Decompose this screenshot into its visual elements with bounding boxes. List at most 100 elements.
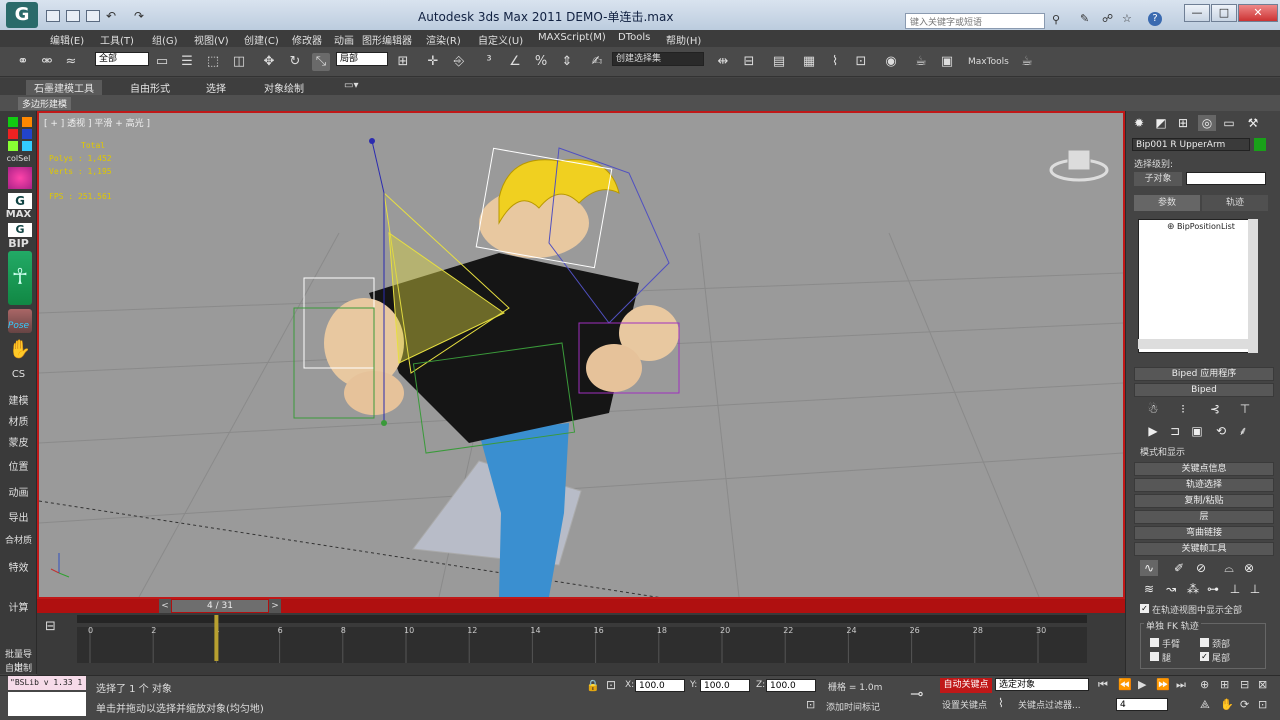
add-time-tag[interactable]: 添加时间标记 [826,700,880,713]
arm-checkbox[interactable] [1150,638,1159,647]
key-erase-icon[interactable]: ✐ [1170,560,1188,576]
zoom-icon[interactable]: ⊕ [1200,678,1209,691]
set-key-button[interactable]: 设置关键点 [942,698,987,711]
menu-item-1[interactable]: 工具(T) [100,32,134,47]
key-curve-icon[interactable]: ∿ [1140,560,1158,576]
align-icon[interactable]: ⊟ [740,53,758,71]
next-frame-arrow-icon[interactable]: > [269,599,281,613]
motion-flow-icon[interactable]: ⊰ [1206,401,1224,417]
close-button[interactable]: ✕ [1238,4,1278,22]
curve-editor-icon[interactable]: ⌇ [826,53,844,71]
color-swatch-orange[interactable] [22,117,32,127]
material-editor-icon[interactable]: ◉ [882,53,900,71]
maximize-button[interactable]: □ [1211,4,1237,22]
track-menu-icon[interactable]: ⊟ [45,619,56,634]
object-color-swatch[interactable] [1254,138,1266,151]
maxscript-listener[interactable]: "BSLib v 1.33 1 [8,676,86,690]
object-name-field[interactable]: Bip001 R UpperArm [1132,138,1250,151]
goto-start-icon[interactable]: ⏮ [1098,678,1108,692]
save-bip-icon[interactable]: ▣ [1188,423,1206,439]
prev-frame-arrow-icon[interactable]: < [159,599,171,613]
perspective-viewport[interactable]: [ + ] 透视 ] 平滑 + 高光 ] Total Polys : 1,452… [37,111,1125,599]
reference-coord-select[interactable]: 局部 [336,52,388,66]
zoom-extents-icon[interactable]: ⊟ [1240,678,1249,691]
neck-checkbox[interactable] [1200,638,1209,647]
figure-mode-icon[interactable]: ☃ [1144,401,1162,417]
motion-tab-icon[interactable]: ◎ [1198,115,1216,131]
auto-key-button[interactable]: 自动关键点 [940,678,992,693]
customize-label[interactable]: 自定制 [2,661,35,674]
key-filters-button[interactable]: 关键点过滤器... [1018,698,1081,711]
colsel-icon[interactable] [8,167,32,189]
key-foot-icon[interactable]: ⌓ [1220,560,1238,576]
percent-snap-icon[interactable]: % [532,53,550,71]
rollout-track-selection[interactable]: 轨迹选择 [1134,478,1274,492]
ribbon-tab-2[interactable]: 选择 [198,80,234,95]
menu-item-2[interactable]: 组(G) [152,32,178,47]
z-coordinate-field[interactable]: 100.0 [766,679,816,692]
tree-scrollbar[interactable] [1248,219,1258,353]
key-wave-icon[interactable]: ≋ [1140,581,1158,597]
open-file-icon[interactable]: ⊐ [1166,423,1184,439]
rotate-icon[interactable]: ↻ [286,53,304,71]
subobject-select[interactable] [1186,172,1266,185]
undo-icon[interactable]: ↶ [106,9,116,23]
tree-hscrollbar[interactable] [1138,339,1248,349]
create-tab-icon[interactable]: ✹ [1130,115,1148,131]
colsel-label[interactable]: colSel [2,154,35,163]
zoom-all-icon[interactable]: ⊞ [1220,678,1229,691]
play-icon[interactable]: ▶ [1138,678,1146,691]
utilities-tab-icon[interactable]: ⚒ [1244,115,1262,131]
ribbon-tab-0[interactable]: 石墨建模工具 [26,80,102,95]
rollout-keyframe-tools[interactable]: 关键帧工具 [1134,542,1274,556]
tools-icon[interactable]: ✎ [1080,12,1089,25]
rect-selection-icon[interactable]: ⬚ [204,53,222,71]
goto-end-icon[interactable]: ⏭ [1176,678,1186,692]
skeleton-icon[interactable]: ☥ [8,251,32,305]
binoculars-icon[interactable]: ⚲ [1052,13,1060,26]
tail-checkbox[interactable]: ✓ [1200,652,1209,661]
controller-tree[interactable]: ⊕ BipPositionList [1138,219,1258,353]
menu-item-8[interactable]: 渲染(R) [426,32,461,47]
snap-icon[interactable]: ³ [480,53,498,71]
key-dots-icon[interactable]: ⁂ [1184,581,1202,597]
bind-space-warp-icon[interactable]: ≈ [62,53,80,71]
cs-label[interactable]: CS [2,369,35,380]
redo-icon[interactable]: ↷ [134,9,144,23]
bip-label[interactable]: BIP [2,237,35,250]
modify-tab-icon[interactable]: ◩ [1152,115,1170,131]
material-label[interactable]: 材质 [2,413,35,428]
schematic-view-icon[interactable]: ⊡ [852,53,870,71]
link-icon[interactable]: ⚭ [14,53,32,71]
menu-item-9[interactable]: 自定义(U) [478,32,523,47]
mirror-icon[interactable]: ⇹ [714,53,732,71]
new-file-icon[interactable] [46,10,60,22]
move-all-icon[interactable]: ⸙ [1234,423,1252,439]
pan-icon[interactable]: ✋ [1220,698,1234,711]
help-button[interactable]: ? [1148,12,1162,26]
track-bar[interactable]: ⊟ 024681012141618202224262830 [37,613,1125,675]
rollout-biped[interactable]: Biped [1134,383,1274,397]
effects-label[interactable]: 特效 [2,559,35,574]
hierarchy-tab-icon[interactable]: ⊞ [1174,115,1192,131]
select-object-icon[interactable]: ▭ [153,53,171,71]
subobject-button[interactable]: 子对象 [1134,172,1182,186]
key-clear-icon[interactable]: ⊘ [1192,560,1210,576]
merge-material-label[interactable]: 合材质 [2,533,35,546]
zoom-extents-all-icon[interactable]: ⊠ [1258,678,1267,691]
max-logo-icon[interactable]: G [8,193,32,209]
footstep-mode-icon[interactable]: ⁝ [1174,401,1192,417]
save-file-icon[interactable] [86,10,100,22]
next-key-icon[interactable]: ⏩ [1156,678,1170,691]
edit-named-sel-icon[interactable]: ✍ [588,53,606,71]
maximize-viewport-icon[interactable]: ⊡ [1258,698,1267,711]
rollout-copy-paste[interactable]: 复制/粘贴 [1134,494,1274,508]
prev-key-icon[interactable]: ⏪ [1118,678,1132,691]
hand-icon[interactable]: ✋ [8,339,32,361]
key-step-icon[interactable]: ⊥ [1226,581,1244,597]
modeling-label[interactable]: 建模 [2,392,35,407]
export-label[interactable]: 导出 [2,509,35,524]
users-icon[interactable]: ☍ [1102,12,1113,25]
tab-params[interactable]: 参数 [1134,195,1200,211]
bip-logo-icon[interactable]: G [8,223,32,237]
